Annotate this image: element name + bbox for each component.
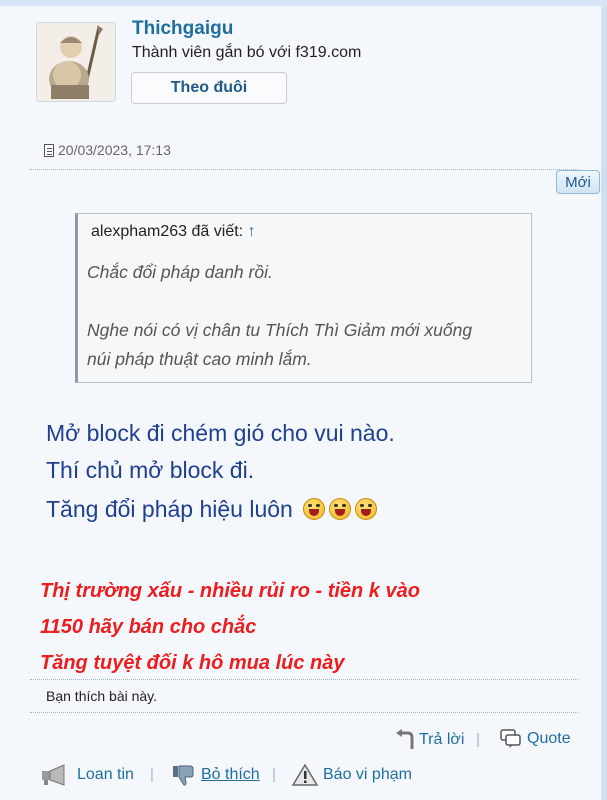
reply-label: Trả lời	[419, 731, 465, 748]
post-timestamp[interactable]: 20/03/2023, 17:13	[58, 142, 171, 158]
quote-jump-link[interactable]: ↑	[248, 223, 256, 240]
message-line: Mở block đi chém gió cho vui nào.	[46, 420, 395, 446]
warning-icon	[292, 764, 318, 786]
quote-author-line: alexpham263 đã viết: ↑	[91, 223, 256, 241]
thumbs-down-icon	[172, 764, 196, 786]
unlike-button[interactable]: Bỏ thích	[172, 764, 260, 786]
quote-line: Chắc đổi pháp danh rồi.	[87, 262, 273, 282]
avatar-image	[37, 23, 115, 101]
signature-clip: Tăng tuyệt đối k hô mua lúc này	[0, 650, 600, 676]
new-badge: Mới	[556, 170, 600, 194]
quote-block: alexpham263 đã viết: ↑ Chắc đổi pháp dan…	[75, 213, 532, 383]
quote-bubble-icon	[500, 729, 522, 749]
reply-button[interactable]: Trả lời	[396, 729, 464, 751]
separator: |	[272, 766, 276, 783]
avatar[interactable]	[36, 22, 116, 102]
quote-label: Quote	[527, 730, 571, 747]
spread-button[interactable]: Loan tin	[40, 764, 134, 786]
laughing-emoji-icon	[329, 498, 352, 520]
report-label: Báo vi phạm	[323, 766, 412, 783]
separator: |	[476, 731, 480, 748]
message-text: Tăng đổi pháp hiệu luôn	[46, 496, 293, 522]
username[interactable]: Thichgaigu	[132, 18, 233, 40]
signature-line: 1150 hãy bán cho chắc	[40, 616, 257, 638]
reply-icon	[396, 729, 414, 751]
likes-text: Bạn thích bài này.	[46, 688, 158, 704]
message-line-with-emoji: Tăng đổi pháp hiệu luôn	[46, 496, 378, 523]
quote-line: núi pháp thuật cao minh lắm.	[87, 349, 312, 369]
document-icon	[44, 143, 54, 157]
spread-label: Loan tin	[77, 766, 134, 783]
unlike-label: Bỏ thích	[201, 766, 260, 783]
user-title: Thành viên gắn bó với f319.com	[132, 44, 362, 61]
quote-author: alexpham263 đã viết:	[91, 223, 244, 240]
likes-summary: Bạn thích bài này.	[30, 679, 578, 713]
megaphone-icon	[40, 764, 72, 786]
signature-line: Tăng tuyệt đối k hô mua lúc này	[40, 652, 345, 674]
message-line: Thí chủ mở block đi.	[46, 457, 255, 483]
post-date-row: 20/03/2023, 17:13	[44, 142, 171, 158]
top-border	[0, 0, 607, 6]
separator: |	[150, 766, 154, 783]
divider	[30, 169, 578, 170]
follow-button[interactable]: Theo đuôi	[131, 72, 287, 104]
signature-line: Thị trường xấu - nhiều rủi ro - tiền k v…	[40, 580, 420, 602]
quote-button[interactable]: Quote	[500, 729, 571, 749]
post-card: Thichgaigu Thành viên gắn bó với f319.co…	[0, 0, 607, 800]
report-button[interactable]: Báo vi phạm	[292, 764, 412, 786]
laughing-emoji-icon	[355, 498, 378, 520]
laughing-emoji-icon	[303, 498, 326, 520]
quote-line: Nghe nói có vị chân tu Thích Thì Giảm mớ…	[87, 320, 473, 340]
